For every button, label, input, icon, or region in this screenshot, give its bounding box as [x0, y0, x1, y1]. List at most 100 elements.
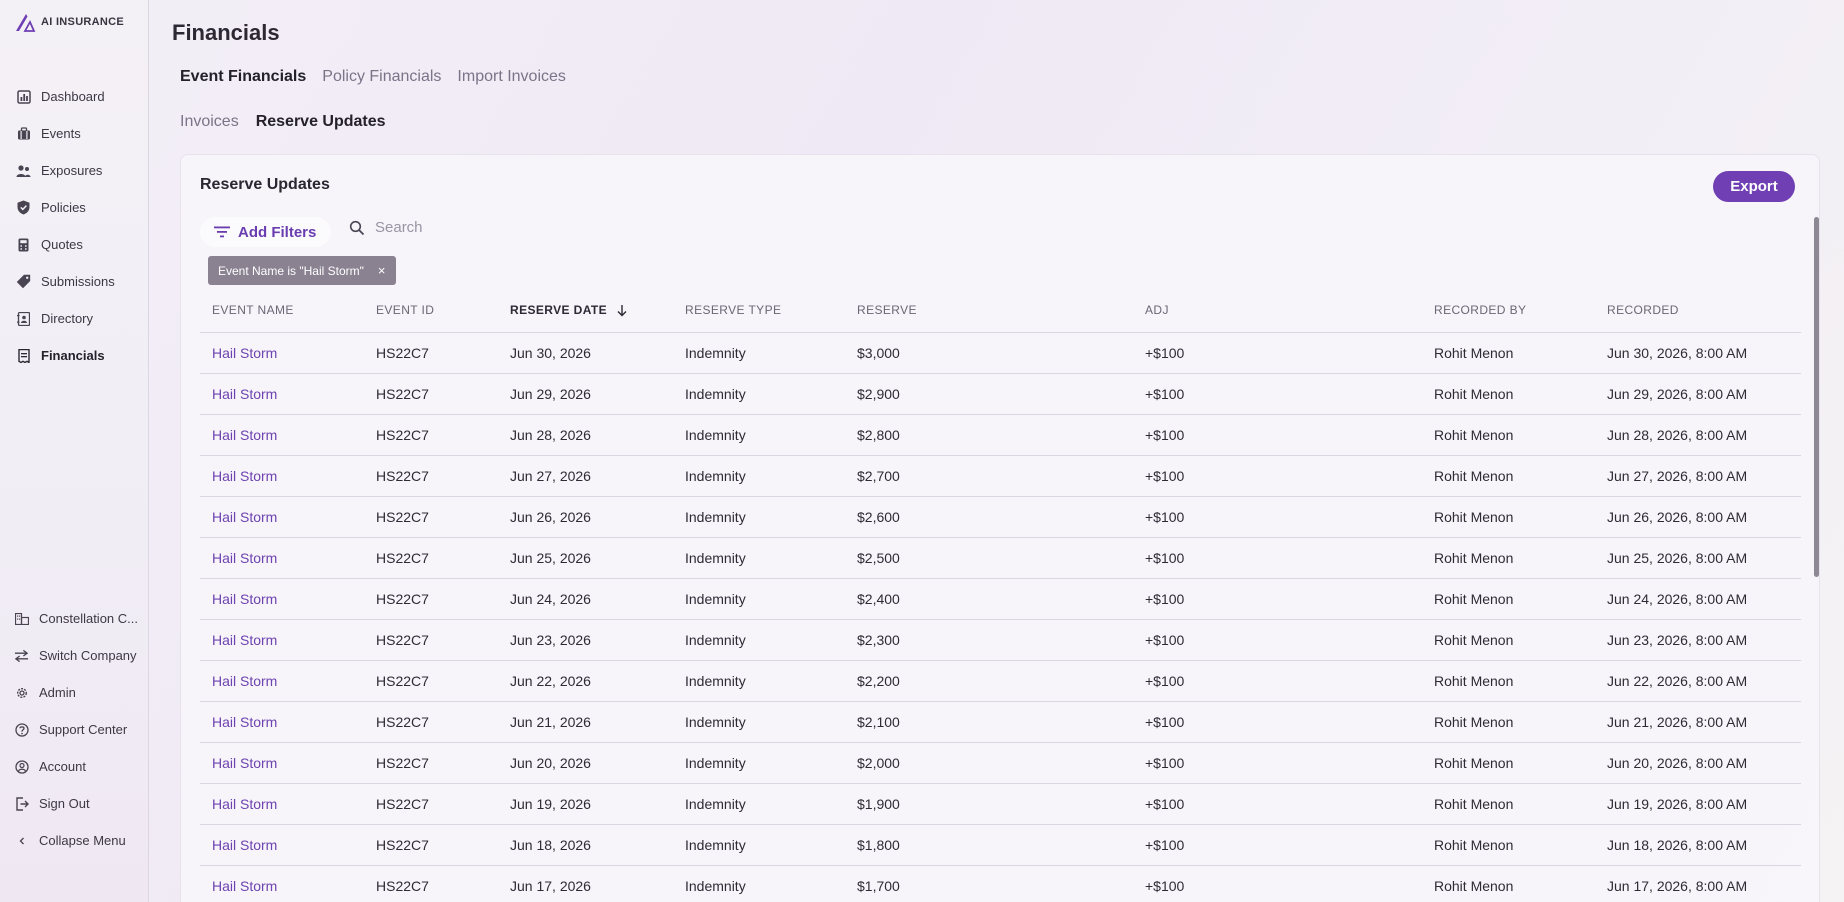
sidebar-item-directory[interactable]: Directory — [0, 300, 149, 337]
cell-reserve-type: Indemnity — [673, 742, 845, 784]
filter-chip: Event Name is "Hail Storm" × — [208, 256, 396, 285]
table-row[interactable]: Hail Storm HS22C7 Jun 23, 2026 Indemnity $2,… — [200, 619, 1801, 661]
search-icon — [349, 220, 365, 235]
cell-event-name[interactable]: Hail Storm — [200, 701, 364, 743]
sidebar-item-dashboard[interactable]: Dashboard — [0, 78, 149, 115]
cell-event-name[interactable]: Hail Storm — [200, 537, 364, 579]
calculator-icon — [16, 237, 31, 252]
tab-reserve-updates[interactable]: Reserve Updates — [256, 113, 386, 131]
cell-reserve: $3,000 — [845, 332, 1133, 374]
cell-event-name[interactable]: Hail Storm — [200, 373, 364, 415]
sidebar-item-events[interactable]: Events — [0, 115, 149, 152]
table-row[interactable]: Hail Storm HS22C7 Jun 20, 2026 Indemnity $2,… — [200, 742, 1801, 784]
tab-import-invoices[interactable]: Import Invoices — [457, 68, 565, 86]
sidebar-item-exposures[interactable]: Exposures — [0, 152, 149, 189]
cell-event-name[interactable]: Hail Storm — [200, 660, 364, 702]
sidebar-item-financials[interactable]: Financials — [0, 337, 149, 374]
sidebar-item-account[interactable]: Account — [0, 748, 149, 785]
column-header-recorded-by[interactable]: RECORDED BY — [1422, 289, 1595, 333]
reserve-updates-card: Reserve Updates Export Add Filters Event… — [180, 154, 1820, 902]
table-row[interactable]: Hail Storm HS22C7 Jun 30, 2026 Indemnity $3,… — [200, 332, 1801, 374]
cell-reserve-type: Indemnity — [673, 701, 845, 743]
contacts-book-icon — [16, 311, 31, 326]
cell-adj: +$100 — [1133, 332, 1422, 374]
column-header-recorded[interactable]: RECORDED — [1595, 289, 1801, 333]
logo[interactable]: AI INSURANCE — [14, 12, 124, 32]
search-input[interactable] — [375, 219, 555, 236]
sidebar-item-submissions[interactable]: Submissions — [0, 263, 149, 300]
cell-recorded: Jun 26, 2026, 8:00 AM — [1595, 496, 1801, 538]
column-header-reserve-date[interactable]: RESERVE DATE — [498, 289, 673, 333]
sidebar-item-sign-out[interactable]: Sign Out — [0, 785, 149, 822]
cell-reserve-date: Jun 24, 2026 — [498, 578, 673, 620]
arrow-down-icon — [617, 305, 627, 317]
cell-event-name[interactable]: Hail Storm — [200, 578, 364, 620]
help-circle-icon — [14, 722, 29, 737]
column-header-reserve[interactable]: RESERVE — [845, 289, 1133, 333]
secondary-nav: Constellation C... Switch Company Admin … — [0, 600, 149, 859]
account-circle-icon — [14, 759, 29, 774]
filter-chip-label: Event Name is "Hail Storm" — [218, 263, 364, 278]
sidebar-item-policies[interactable]: Policies — [0, 189, 149, 226]
cell-event-id: HS22C7 — [364, 496, 498, 538]
cell-adj: +$100 — [1133, 783, 1422, 825]
sidebar-item-quotes[interactable]: Quotes — [0, 226, 149, 263]
cell-event-id: HS22C7 — [364, 865, 498, 902]
table-row[interactable]: Hail Storm HS22C7 Jun 21, 2026 Indemnity $2,… — [200, 701, 1801, 743]
cell-event-id: HS22C7 — [364, 783, 498, 825]
switch-arrows-icon — [14, 648, 29, 663]
sidebar-item-admin[interactable]: Admin — [0, 674, 149, 711]
column-header-event-name[interactable]: EVENT NAME — [200, 289, 364, 333]
sidebar-item-constellation[interactable]: Constellation C... — [0, 600, 149, 637]
cell-event-name[interactable]: Hail Storm — [200, 414, 364, 456]
cell-event-name[interactable]: Hail Storm — [200, 865, 364, 902]
column-header-adj[interactable]: ADJ — [1133, 289, 1422, 333]
cell-reserve-type: Indemnity — [673, 414, 845, 456]
tab-event-financials[interactable]: Event Financials — [180, 68, 306, 86]
column-header-reserve-type[interactable]: RESERVE TYPE — [673, 289, 845, 333]
table-row[interactable]: Hail Storm HS22C7 Jun 24, 2026 Indemnity $2,… — [200, 578, 1801, 620]
export-button[interactable]: Export — [1713, 171, 1795, 202]
table-row[interactable]: Hail Storm HS22C7 Jun 27, 2026 Indemnity $2,… — [200, 455, 1801, 497]
cell-recorded-by: Rohit Menon — [1422, 373, 1595, 415]
cell-event-id: HS22C7 — [364, 701, 498, 743]
sidebar-item-switch-company[interactable]: Switch Company — [0, 637, 149, 674]
column-header-event-id[interactable]: EVENT ID — [364, 289, 498, 333]
collapse-menu-button[interactable]: Collapse Menu — [0, 822, 149, 859]
add-filters-button[interactable]: Add Filters — [200, 217, 332, 247]
tab-policy-financials[interactable]: Policy Financials — [322, 68, 441, 86]
cell-reserve: $2,900 — [845, 373, 1133, 415]
cell-event-name[interactable]: Hail Storm — [200, 824, 364, 866]
cell-reserve-date: Jun 30, 2026 — [498, 332, 673, 374]
table-row[interactable]: Hail Storm HS22C7 Jun 22, 2026 Indemnity $2,… — [200, 660, 1801, 702]
close-icon[interactable]: × — [378, 263, 386, 278]
cell-reserve: $1,800 — [845, 824, 1133, 866]
table-row[interactable]: Hail Storm HS22C7 Jun 29, 2026 Indemnity $2,… — [200, 373, 1801, 415]
cell-recorded: Jun 28, 2026, 8:00 AM — [1595, 414, 1801, 456]
cell-event-name[interactable]: Hail Storm — [200, 742, 364, 784]
table-row[interactable]: Hail Storm HS22C7 Jun 18, 2026 Indemnity $1,… — [200, 824, 1801, 866]
cell-event-name[interactable]: Hail Storm — [200, 783, 364, 825]
cell-adj: +$100 — [1133, 537, 1422, 579]
cell-reserve: $2,600 — [845, 496, 1133, 538]
cell-adj: +$100 — [1133, 455, 1422, 497]
table-row[interactable]: Hail Storm HS22C7 Jun 26, 2026 Indemnity $2,… — [200, 496, 1801, 538]
cell-recorded: Jun 20, 2026, 8:00 AM — [1595, 742, 1801, 784]
table-row[interactable]: Hail Storm HS22C7 Jun 25, 2026 Indemnity $2,… — [200, 537, 1801, 579]
sidebar-item-support-center[interactable]: Support Center — [0, 711, 149, 748]
table-row[interactable]: Hail Storm HS22C7 Jun 17, 2026 Indemnity $1,… — [200, 865, 1801, 902]
cell-event-name[interactable]: Hail Storm — [200, 619, 364, 661]
cell-reserve-type: Indemnity — [673, 865, 845, 902]
cell-event-name[interactable]: Hail Storm — [200, 332, 364, 374]
tab-invoices[interactable]: Invoices — [180, 113, 239, 131]
cell-recorded-by: Rohit Menon — [1422, 332, 1595, 374]
sign-out-icon — [14, 796, 29, 811]
cell-reserve: $2,300 — [845, 619, 1133, 661]
cell-recorded-by: Rohit Menon — [1422, 619, 1595, 661]
table-row[interactable]: Hail Storm HS22C7 Jun 19, 2026 Indemnity $1,… — [200, 783, 1801, 825]
table-row[interactable]: Hail Storm HS22C7 Jun 28, 2026 Indemnity $2,… — [200, 414, 1801, 456]
vertical-scrollbar[interactable] — [1814, 217, 1819, 577]
cell-event-name[interactable]: Hail Storm — [200, 455, 364, 497]
cell-event-name[interactable]: Hail Storm — [200, 496, 364, 538]
sidebar-item-label: Account — [39, 759, 86, 774]
